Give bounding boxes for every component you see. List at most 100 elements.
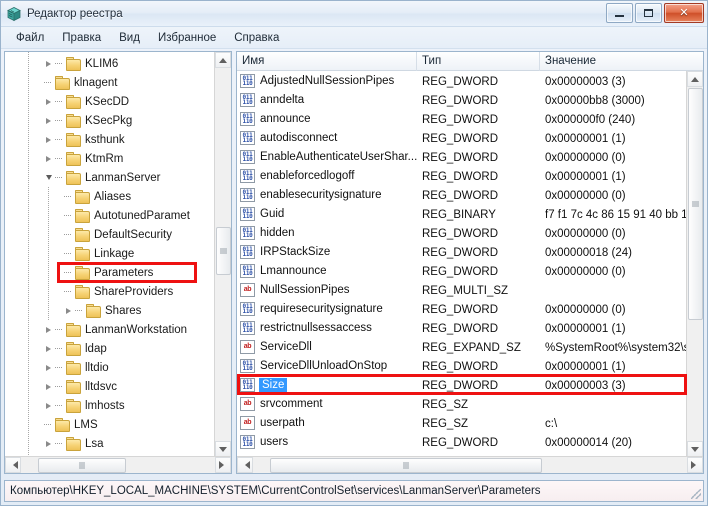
registry-value-row[interactable]: ab NullSessionPipes REG_MULTI_SZ bbox=[237, 280, 687, 299]
registry-value-row[interactable]: 011 110 enablesecuritysignature REG_DWORD 0x… bbox=[237, 185, 687, 204]
column-header-type[interactable]: Тип bbox=[417, 52, 540, 71]
tree-item-shareproviders[interactable]: ShareProviders bbox=[5, 282, 215, 301]
tree-item-ksecpkg[interactable]: KSecPkg bbox=[5, 111, 215, 130]
tree-hscroll-thumb[interactable] bbox=[38, 458, 126, 473]
tree-item-lltdsvc[interactable]: lltdsvc bbox=[5, 377, 215, 396]
tree-scroll-down-button[interactable] bbox=[215, 441, 231, 457]
tree-item-klim6[interactable]: KLIM6 bbox=[5, 54, 215, 73]
column-header-name[interactable]: Имя bbox=[237, 52, 417, 71]
registry-value-row[interactable]: 011 110 anndelta REG_DWORD 0x00000bb8 (3000) bbox=[237, 90, 687, 109]
expand-arrow-open-icon[interactable] bbox=[43, 168, 54, 187]
menu-item-favorites[interactable]: Избранное bbox=[149, 30, 225, 46]
value-type-cell: REG_DWORD bbox=[417, 264, 540, 278]
expand-arrow-closed-icon[interactable] bbox=[43, 358, 54, 377]
registry-value-row[interactable]: 011 110 EnableAuthenticateUserShar... REG_D… bbox=[237, 147, 687, 166]
tree-item-linkage[interactable]: Linkage bbox=[5, 244, 215, 263]
tree-item-ksthunk[interactable]: ksthunk bbox=[5, 130, 215, 149]
list-scroll-thumb[interactable] bbox=[688, 88, 703, 320]
tree-item-defaultsecurity[interactable]: DefaultSecurity bbox=[5, 225, 215, 244]
expand-arrow-closed-icon[interactable] bbox=[43, 434, 54, 453]
registry-value-row[interactable]: 011 110 users REG_DWORD 0x00000014 (20) bbox=[237, 432, 687, 451]
registry-value-row[interactable]: 011 110 Lmannounce REG_DWORD 0x00000000 (0) bbox=[237, 261, 687, 280]
value-type-label: REG_DWORD bbox=[422, 303, 499, 316]
list-scroll-up-button[interactable] bbox=[687, 71, 703, 87]
registry-value-row[interactable]: 011 110 AdjustedNullSessionPipes REG_DWORD 0… bbox=[237, 71, 687, 90]
scroll-grip-icon bbox=[692, 201, 699, 207]
tree-item-lanmanserver[interactable]: LanmanServer bbox=[5, 168, 215, 187]
registry-value-row[interactable]: ab ServiceDll REG_EXPAND_SZ %SystemRoot%\sy… bbox=[237, 337, 687, 356]
registry-tree[interactable]: KLIM6 klnagent KSecDD KSecPkg ksthunk KtmRm La… bbox=[5, 52, 215, 457]
expand-arrow-closed-icon[interactable] bbox=[43, 396, 54, 415]
tree-connector-icon bbox=[54, 111, 65, 130]
tree-item-aliases[interactable]: Aliases bbox=[5, 187, 215, 206]
value-type-label: REG_DWORD bbox=[422, 360, 499, 373]
registry-value-row[interactable]: 011 110 requiresecuritysignature REG_DWORD 0… bbox=[237, 299, 687, 318]
maximize-button[interactable] bbox=[635, 3, 662, 23]
tree-hscroll-right-button[interactable] bbox=[215, 457, 231, 473]
expand-arrow-closed-icon[interactable] bbox=[43, 320, 54, 339]
status-bar: Компьютер\HKEY_LOCAL_MACHINE\SYSTEM\Curr… bbox=[4, 480, 704, 502]
binary-value-icon: 011 110 bbox=[240, 168, 255, 183]
value-name-label: users bbox=[260, 435, 289, 448]
value-data-label: 0x00000001 (1) bbox=[545, 360, 626, 373]
value-data-label: 0x00000001 (1) bbox=[545, 322, 626, 335]
expand-arrow-closed-icon[interactable] bbox=[63, 301, 74, 320]
expand-arrow-closed-icon[interactable] bbox=[43, 130, 54, 149]
expand-arrow-closed-icon[interactable] bbox=[43, 54, 54, 73]
menu-item-view[interactable]: Вид bbox=[110, 30, 149, 46]
tree-item-lltdio[interactable]: lltdio bbox=[5, 358, 215, 377]
tree-item-lanmanworkstation[interactable]: LanmanWorkstation bbox=[5, 320, 215, 339]
value-type-cell: REG_SZ bbox=[417, 397, 540, 411]
window-title: Редактор реестра bbox=[27, 7, 123, 20]
menu-item-edit[interactable]: Правка bbox=[53, 30, 110, 46]
registry-value-row[interactable]: ab userpath REG_SZ c:\ bbox=[237, 413, 687, 432]
tree-scroll-up-button[interactable] bbox=[215, 52, 231, 68]
close-button[interactable]: ✕ bbox=[664, 3, 704, 23]
tree-horizontal-scrollbar[interactable] bbox=[5, 456, 231, 473]
registry-value-row[interactable]: 011 110 autodisconnect REG_DWORD 0x00000001 … bbox=[237, 128, 687, 147]
value-type-label: REG_MULTI_SZ bbox=[422, 284, 509, 297]
tree-vertical-scrollbar[interactable] bbox=[214, 52, 231, 457]
tree-item-ksecdd[interactable]: KSecDD bbox=[5, 92, 215, 111]
value-name-label: announce bbox=[260, 112, 311, 125]
list-hscroll-left-button[interactable] bbox=[237, 457, 253, 473]
expand-arrow-closed-icon[interactable] bbox=[43, 377, 54, 396]
value-name-cell: 011 110 ServiceDllUnloadOnStop bbox=[237, 358, 417, 373]
value-name-label: ServiceDllUnloadOnStop bbox=[260, 359, 388, 372]
tree-item-autotunedparamet[interactable]: AutotunedParamet bbox=[5, 206, 215, 225]
registry-values-list[interactable]: 011 110 AdjustedNullSessionPipes REG_DWORD 0… bbox=[237, 71, 687, 457]
list-scroll-down-button[interactable] bbox=[687, 441, 703, 457]
registry-value-row[interactable]: 011 110 ServiceDllUnloadOnStop REG_DWORD 0x0… bbox=[237, 356, 687, 375]
list-hscroll-thumb[interactable] bbox=[270, 458, 542, 473]
registry-value-row[interactable]: 011 110 IRPStackSize REG_DWORD 0x00000018 (2… bbox=[237, 242, 687, 261]
registry-value-row[interactable]: ab srvcomment REG_SZ bbox=[237, 394, 687, 413]
tree-item-ktmrm[interactable]: KtmRm bbox=[5, 149, 215, 168]
tree-item-shares[interactable]: Shares bbox=[5, 301, 215, 320]
expand-arrow-closed-icon[interactable] bbox=[43, 339, 54, 358]
tree-item-lmhosts[interactable]: lmhosts bbox=[5, 396, 215, 415]
tree-item-ldap[interactable]: ldap bbox=[5, 339, 215, 358]
resize-grip-icon[interactable] bbox=[691, 489, 701, 499]
registry-value-row[interactable]: 011 110 announce REG_DWORD 0x000000f0 (240) bbox=[237, 109, 687, 128]
minimize-button[interactable] bbox=[606, 3, 633, 23]
tree-item-klnagent[interactable]: klnagent bbox=[5, 73, 215, 92]
menu-item-help[interactable]: Справка bbox=[225, 30, 288, 46]
list-vertical-scrollbar[interactable] bbox=[686, 71, 703, 457]
menu-item-file[interactable]: Файл bbox=[7, 30, 53, 46]
tree-scroll-thumb[interactable] bbox=[216, 227, 231, 275]
registry-value-row[interactable]: 011 110 hidden REG_DWORD 0x00000000 (0) bbox=[237, 223, 687, 242]
list-hscroll-right-button[interactable] bbox=[687, 457, 703, 473]
tree-hscroll-left-button[interactable] bbox=[5, 457, 21, 473]
list-horizontal-scrollbar[interactable] bbox=[237, 456, 703, 473]
expand-arrow-closed-icon[interactable] bbox=[43, 92, 54, 111]
tree-item-lsa[interactable]: Lsa bbox=[5, 434, 215, 453]
tree-item-parameters[interactable]: Parameters bbox=[5, 263, 215, 282]
column-header-value[interactable]: Значение bbox=[540, 52, 703, 71]
registry-value-row[interactable]: 011 110 enableforcedlogoff REG_DWORD 0x00000… bbox=[237, 166, 687, 185]
expand-arrow-closed-icon[interactable] bbox=[43, 111, 54, 130]
registry-value-row[interactable]: 011 110 restrictnullsessaccess REG_DWORD 0x0… bbox=[237, 318, 687, 337]
registry-value-row[interactable]: 011 110 Size REG_DWORD 0x00000003 (3) bbox=[237, 375, 687, 394]
registry-value-row[interactable]: 011 110 Guid REG_BINARY f7 f1 7c 4c 86 15 91… bbox=[237, 204, 687, 223]
tree-item-lms[interactable]: LMS bbox=[5, 415, 215, 434]
expand-arrow-closed-icon[interactable] bbox=[43, 149, 54, 168]
